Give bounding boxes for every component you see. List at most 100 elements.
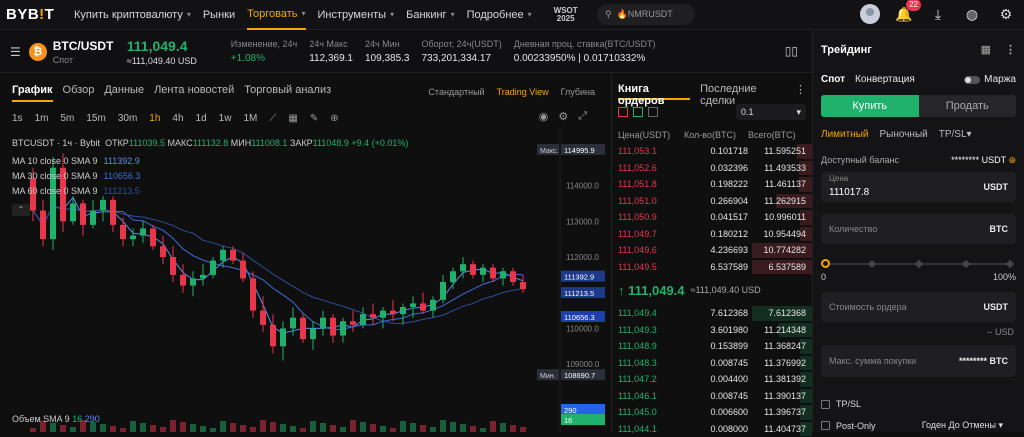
compare-icon[interactable]: ✎: [310, 113, 318, 124]
order-type-2[interactable]: TP/SL▾: [939, 129, 972, 140]
ask-row[interactable]: 111,049.56.5375896.537589: [612, 259, 812, 276]
ma-line-2: MA 60 close 0 SMA 9111213.5: [12, 186, 140, 196]
ask-row[interactable]: 111,049.70.18021210.954494: [612, 226, 812, 243]
search-input[interactable]: ⚲ 🔥NMRUSDT: [597, 4, 695, 25]
tick-size-select[interactable]: 0.1▾: [736, 104, 806, 120]
timeframe-4h[interactable]: 4h: [172, 113, 183, 124]
tab-chart-0[interactable]: График: [12, 84, 53, 102]
tab-chart-1[interactable]: Обзор: [63, 84, 95, 102]
tab-view-0[interactable]: Стандартный: [428, 87, 484, 97]
checkbox-box[interactable]: [821, 421, 830, 430]
bell-icon[interactable]: 🔔22: [894, 4, 914, 24]
draw-icon[interactable]: ▦: [288, 113, 297, 124]
bid-row[interactable]: 111,048.90.15389911.368247: [612, 338, 812, 355]
tab-chart-4[interactable]: Торговый анализ: [244, 84, 331, 102]
tab-chart-2[interactable]: Данные: [104, 84, 144, 102]
wsot-logo[interactable]: WSOT2025: [554, 7, 578, 23]
alert-icon[interactable]: ⊕: [330, 113, 338, 124]
toggle-switch[interactable]: [964, 76, 980, 84]
nav-item-2[interactable]: Торговать▾: [247, 0, 305, 30]
view-bids-icon[interactable]: [633, 107, 643, 117]
close-value: 111048.9: [313, 138, 349, 148]
grid-icon[interactable]: ▦: [981, 43, 991, 56]
ask-row[interactable]: 111,052.60.03239611.493533: [612, 160, 812, 177]
settings-icon[interactable]: ⚙: [996, 4, 1016, 24]
view-both-icon[interactable]: [648, 107, 658, 117]
bybit-logo[interactable]: BYB!T: [6, 6, 62, 23]
price-unit: USDT: [984, 182, 1009, 192]
change-value: +9.4 (+0.01%): [351, 138, 408, 148]
post-only-checkbox[interactable]: Post-OnlyГоден До Отмены ▾: [813, 420, 1024, 431]
sell-button[interactable]: Продать: [919, 95, 1017, 117]
order-type-1[interactable]: Рыночный: [880, 129, 928, 140]
tpsl-checkbox[interactable]: TP/SL: [813, 399, 869, 409]
nav-item-label: Рынки: [203, 9, 235, 21]
download-icon[interactable]: ⤓: [928, 4, 948, 24]
price-field[interactable]: Цена 111017.8 USDT: [821, 172, 1016, 202]
order-type-0[interactable]: Лимитный: [821, 129, 869, 140]
globe-icon[interactable]: ◍: [962, 4, 982, 24]
ask-row[interactable]: 111,051.80.19822211.461137: [612, 176, 812, 193]
quantity-field[interactable]: Количество BTC: [821, 214, 1016, 244]
nav-item-3[interactable]: Инструменты▾: [318, 0, 395, 30]
bid-row[interactable]: 111,047.20.00440011.381392: [612, 371, 812, 388]
nav-item-4[interactable]: Банкинг▾: [406, 0, 454, 30]
fullscreen-icon[interactable]: ⤢: [578, 110, 587, 123]
slider-mark: [868, 260, 876, 268]
tab-convert[interactable]: Конвертация: [855, 74, 915, 85]
bid-row[interactable]: 111,049.33.60198011.214348: [612, 322, 812, 339]
bid-row[interactable]: 111,044.10.00800011.404737: [612, 421, 812, 437]
ask-row[interactable]: 111,053.10.10171811.595251: [612, 143, 812, 160]
ask-row[interactable]: 111,049.64.23669310.774282: [612, 242, 812, 259]
timeframe-5m[interactable]: 5m: [60, 113, 74, 124]
slider-handle[interactable]: [821, 259, 830, 268]
bid-row[interactable]: 111,045.00.00660011.396737: [612, 404, 812, 421]
add-funds-icon[interactable]: ⊕: [1008, 155, 1016, 165]
candle-body: [70, 203, 76, 221]
candle-body: [270, 325, 276, 346]
timeframe-1m[interactable]: 1m: [35, 113, 49, 124]
settings-icon[interactable]: ⚙: [558, 110, 568, 123]
timeframe-1h[interactable]: 1h: [149, 113, 160, 124]
buy-button[interactable]: Купить: [821, 95, 919, 117]
bid-row[interactable]: 111,046.10.00874511.390137: [612, 388, 812, 405]
volume-bar: [270, 422, 276, 432]
ask-row[interactable]: 111,050.90.04151710.996011: [612, 209, 812, 226]
timeframe-1s[interactable]: 1s: [12, 113, 23, 124]
price-tick: 109000.0: [566, 360, 600, 369]
amount-slider[interactable]: [821, 258, 1016, 270]
tab-order-book[interactable]: Книга ордеров: [618, 83, 690, 100]
avatar[interactable]: [860, 4, 880, 24]
indicator-icon[interactable]: ⟋: [269, 113, 276, 124]
more-icon[interactable]: ⋮: [795, 83, 806, 100]
collapse-indicators[interactable]: ⌃: [12, 204, 30, 216]
candle-body: [210, 261, 216, 275]
nav-item-5[interactable]: Подробнее▾: [467, 0, 532, 30]
pair-selector[interactable]: BTC/USDT Спот: [53, 39, 127, 65]
bid-row[interactable]: 111,048.30.00874511.376992: [612, 355, 812, 372]
camera-icon[interactable]: ◉: [539, 110, 549, 123]
order-value-field[interactable]: Стоимость ордера USDT: [821, 292, 1016, 322]
bid-row[interactable]: 111,049.47.6123687.612368: [612, 305, 812, 322]
timeframe-1M[interactable]: 1M: [243, 113, 257, 124]
nav-item-1[interactable]: Рынки: [203, 0, 235, 30]
nav-item-0[interactable]: Купить криптовалюту▾: [74, 0, 191, 30]
timeframe-1w[interactable]: 1w: [219, 113, 232, 124]
checkbox-box[interactable]: [821, 400, 830, 409]
book-icon[interactable]: ▯▯: [785, 44, 798, 58]
tab-spot[interactable]: Спот: [821, 74, 845, 85]
tab-view-1[interactable]: Trading View: [497, 87, 549, 97]
timeframe-15m[interactable]: 15m: [86, 113, 105, 124]
ask-row[interactable]: 111,051.00.26690411.262915: [612, 193, 812, 210]
margin-toggle[interactable]: Маржа: [964, 74, 1016, 85]
menu-icon[interactable]: ☰: [10, 45, 21, 59]
chart-panel: График Обзор Данные Лента новостей Торговый …: [0, 74, 609, 432]
tif-select[interactable]: Годен До Отмены ▾: [922, 420, 1003, 431]
timeframe-1d[interactable]: 1d: [196, 113, 207, 124]
tab-view-2[interactable]: Глубина: [561, 87, 595, 97]
more-icon[interactable]: ⋮: [1005, 43, 1016, 56]
tab-chart-3[interactable]: Лента новостей: [154, 84, 234, 102]
view-asks-icon[interactable]: [618, 107, 628, 117]
timeframe-30m[interactable]: 30m: [118, 113, 137, 124]
tab-recent-trades[interactable]: Последние сделки: [700, 83, 785, 100]
